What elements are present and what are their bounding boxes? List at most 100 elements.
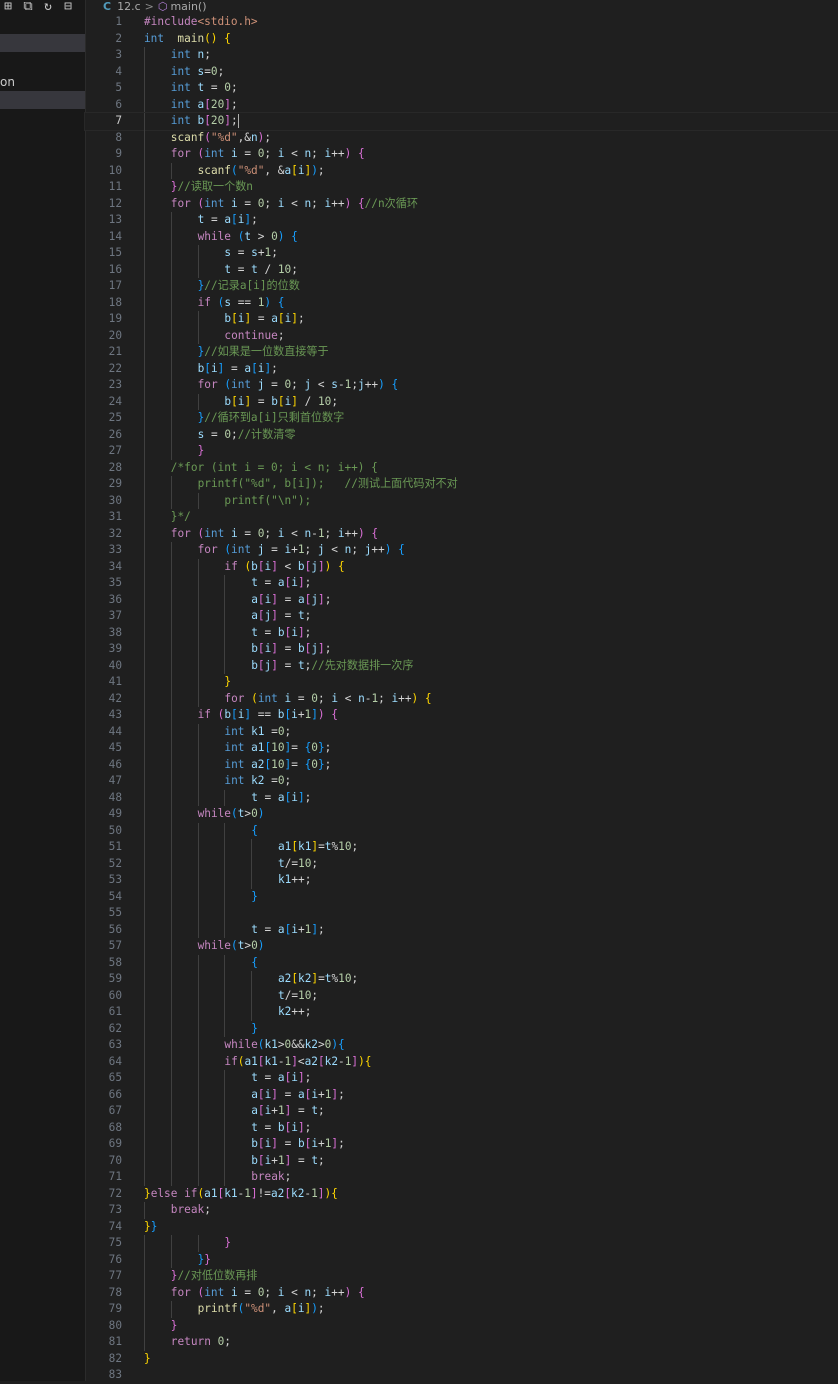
code-line[interactable]: 32 for (int i = 0; i < n-1; i++) { [85,525,838,542]
code-line[interactable]: 48 t = a[i]; [85,789,838,806]
code-line[interactable]: 30 printf("\n"); [85,492,838,509]
code-line[interactable]: 60 t/=10; [85,987,838,1004]
code-line[interactable]: 31}*/ [85,509,838,526]
code-line[interactable]: 7 int b[20]; [84,112,838,131]
breadcrumb-symbol[interactable]: main() [170,1,206,13]
code-line[interactable]: 57 while(t>0) [85,938,838,955]
code-line[interactable]: 20 continue; [85,327,838,344]
code-line[interactable]: 26 s = 0;//计数清零 [85,426,838,443]
code-line[interactable]: 67 a[i+1] = t; [85,1103,838,1120]
code-line[interactable]: 80} [85,1317,838,1334]
code-line[interactable]: 77}//对低位数再排 [85,1268,838,1285]
code-line[interactable]: 8 scanf("%d",&n); [85,129,838,146]
code-line[interactable]: 81 return 0; [85,1334,838,1351]
code-line[interactable]: 62} [85,1020,838,1037]
code-line[interactable]: 27} [85,443,838,460]
code-line[interactable]: 5 int t = 0; [85,80,838,97]
code-line[interactable]: 82} [85,1351,838,1368]
code-line[interactable]: 55 [85,905,838,922]
code-line[interactable]: 15 s = s+1; [85,245,838,262]
code-line[interactable]: 34 if (b[i] < b[j]) { [85,558,838,575]
code-line[interactable]: 4 int s=0; [85,63,838,80]
code-line[interactable]: 68 t = b[i]; [85,1119,838,1136]
code-line[interactable]: 42 for (int i = 0; i < n-1; i++) { [85,690,838,707]
code-line[interactable]: 18 if (s == 1) { [85,294,838,311]
explorer-item-label[interactable]: on [0,74,15,90]
code-line[interactable]: 9 for (int i = 0; i < n; i++) { [85,146,838,163]
code-line[interactable]: 76}} [85,1251,838,1268]
code-line[interactable]: 6 int a[20]; [85,96,838,113]
code-line[interactable]: 39 b[i] = b[j]; [85,641,838,658]
code-line[interactable]: 41} [85,674,838,691]
code-line[interactable]: 24 b[i] = b[i] / 10; [85,393,838,410]
code-line[interactable]: 75} [85,1235,838,1252]
code-line[interactable]: 3 int n; [85,47,838,64]
code-line[interactable]: 83 [85,1367,838,1384]
code-line[interactable]: 71 break; [85,1169,838,1186]
code-line[interactable]: 16 t = t / 10; [85,261,838,278]
breadcrumb-file[interactable]: 12.c [117,1,141,13]
code-line[interactable]: 58 { [85,954,838,971]
code-line[interactable]: 36 a[i] = a[j]; [85,591,838,608]
explorer-item-active[interactable] [0,91,85,109]
code-line[interactable]: 66 a[i] = a[i+1]; [85,1086,838,1103]
code-text: int a2[10]= {0}; [224,757,331,774]
code-editor[interactable]: 1 #include<stdio.h> 2 int main() {3 int n; 4 i… [84,14,838,1384]
code-line[interactable]: 44 int k1 =0; [85,723,838,740]
code-line[interactable]: 56 t = a[i+1]; [85,921,838,938]
code-line[interactable]: 69 b[i] = b[i+1]; [85,1136,838,1153]
code-line[interactable]: 14 while (t > 0) { [85,228,838,245]
code-line[interactable]: 74}} [85,1219,838,1236]
code-line[interactable]: 2 int main() { [85,31,838,48]
code-line[interactable]: 11}//读取一个数n [85,179,838,196]
code-line[interactable]: 40 b[j] = t;//先对数据排一次序 [85,657,838,674]
new-file-icon[interactable]: ⊞ [0,0,16,13]
code-line[interactable]: 49 while(t>0) [85,806,838,823]
code-line[interactable]: 65 t = a[i]; [85,1070,838,1087]
code-line[interactable]: 64 if(a1[k1-1]<a2[k2-1]){ [85,1053,838,1070]
code-line[interactable]: 45 int a1[10]= {0}; [85,740,838,757]
code-line[interactable]: 38 t = b[i]; [85,624,838,641]
code-line[interactable]: 54} [85,888,838,905]
code-line[interactable]: 79 printf("%d", a[i]); [85,1301,838,1318]
code-line[interactable]: 63 while(k1>0&&k2>0){ [85,1037,838,1054]
code-line[interactable]: 33 for (int j = i+1; j < n; j++) { [85,542,838,559]
code-line[interactable]: 29 printf("%d", b[i]); //测试上面代码对不对 [85,476,838,493]
code-line[interactable]: 35 t = a[i]; [85,575,838,592]
refresh-icon[interactable]: ↻ [40,0,56,13]
code-line[interactable]: 50 { [85,822,838,839]
line-number: 77 [108,1269,122,1282]
code-token: < [284,147,305,160]
code-line[interactable]: 43 if (b[i] == b[i+1]) { [85,707,838,724]
explorer-item-selected[interactable] [0,34,85,52]
code-text: a1[k1]=t%10; [278,839,358,856]
collapse-icon[interactable]: ⊟ [60,0,76,13]
code-line[interactable]: 46 int a2[10]= {0}; [85,756,838,774]
code-line[interactable]: 22 b[i] = a[i]; [85,360,838,377]
code-token: i [291,790,298,804]
code-line[interactable]: 72}else if(a1[k1-1]!=a2[k2-1]){ [85,1186,838,1203]
code-line[interactable]: 53 k1++; [85,872,838,889]
code-line[interactable]: 52 t/=10; [85,855,838,872]
code-line[interactable]: 47 int k2 =0; [85,773,838,790]
code-line[interactable]: 51 a1[k1]=t%10; [85,839,838,856]
code-line[interactable]: 19 b[i] = a[i]; [85,311,838,328]
code-line[interactable]: 78 for (int i = 0; i < n; i++) { [85,1284,838,1301]
code-line[interactable]: 37 a[j] = t; [85,608,838,625]
new-folder-icon[interactable]: ⧉ [20,0,36,13]
code-line[interactable]: 1 #include<stdio.h> [85,14,838,31]
code-line[interactable]: 13 t = a[i]; [85,212,838,229]
code-line[interactable]: 17}//记录a[i]的位数 [85,278,838,295]
line-number: 51 [108,840,122,853]
code-line[interactable]: 23 for (int j = 0; j < s-1;j++) { [85,377,838,394]
code-line[interactable]: 25}//循环到a[i]只剩首位数字 [85,410,838,427]
code-line[interactable]: 73 break; [85,1202,838,1219]
code-line[interactable]: 28 /*for (int i = 0; i < n; i++) { [85,459,838,476]
code-line[interactable]: 12 for (int i = 0; i < n; i++) {//n次循环 [85,195,838,212]
code-line[interactable]: 21}//如果是一位数直接等于 [85,344,838,361]
code-line[interactable]: 70 b[i+1] = t; [85,1152,838,1169]
code-line[interactable]: 59 a2[k2]=t%10; [85,971,838,988]
code-line[interactable]: 10 scanf("%d", &a[i]); [85,162,838,179]
code-line[interactable]: 61 k2++; [85,1004,838,1021]
